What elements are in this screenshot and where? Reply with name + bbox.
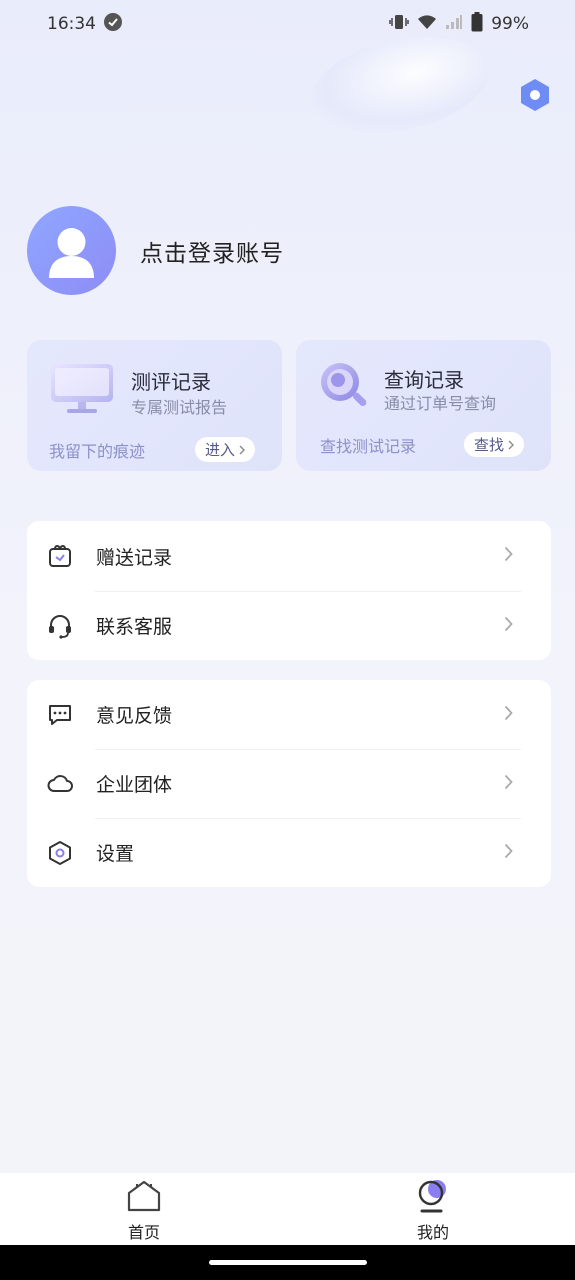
- tab-mine-label: 我的: [416, 1223, 449, 1242]
- card-subtitle: 专属测试报告: [131, 398, 228, 417]
- menu-item-feedback[interactable]: 意见反馈: [27, 680, 551, 749]
- signal-icon: [445, 14, 463, 35]
- menu-label: 企业团体: [96, 774, 173, 796]
- chevron-right-icon: [239, 441, 246, 459]
- menu-item-contact-service[interactable]: 联系客服: [27, 591, 551, 660]
- status-time: 16:34: [47, 14, 96, 34]
- home-icon: [125, 1179, 163, 1217]
- avatar[interactable]: [27, 206, 116, 295]
- menu-group-secondary: 意见反馈 企业团体 设置: [27, 680, 551, 887]
- menu-item-enterprise-group[interactable]: 企业团体: [27, 749, 551, 818]
- tab-home[interactable]: 首页: [99, 1179, 189, 1243]
- battery-icon: [471, 11, 483, 37]
- status-bar: 16:34 99%: [0, 0, 575, 48]
- magnifier-icon: [318, 360, 370, 416]
- headset-icon: [47, 613, 73, 639]
- chevron-right-icon: [504, 616, 513, 636]
- tab-mine[interactable]: 我的: [388, 1179, 478, 1243]
- monitor-icon: [49, 362, 115, 420]
- menu-label: 联系客服: [96, 616, 173, 638]
- card-footer: 查找测试记录: [320, 437, 417, 456]
- card-footer: 我留下的痕迹: [49, 442, 146, 461]
- menu-item-gift-records[interactable]: 赠送记录: [27, 521, 551, 591]
- wifi-icon: [417, 14, 437, 35]
- enter-button-label: 进入: [205, 441, 236, 459]
- vibrate-icon: [389, 14, 409, 35]
- card-title: 测评记录: [131, 370, 211, 394]
- tab-home-label: 首页: [127, 1223, 160, 1242]
- evaluation-record-card[interactable]: 测评记录 专属测试报告 我留下的痕迹 进入: [27, 340, 282, 471]
- battery-percent: 99%: [491, 14, 529, 34]
- system-nav-bar: [0, 1245, 575, 1280]
- verified-check-icon: [104, 12, 122, 36]
- login-prompt[interactable]: 点击登录账号: [140, 234, 284, 268]
- chevron-right-icon: [504, 705, 513, 725]
- menu-label: 设置: [96, 843, 135, 865]
- gift-icon: [47, 543, 73, 569]
- enter-button[interactable]: 进入: [195, 437, 256, 462]
- menu-group-primary: 赠送记录 联系客服: [27, 521, 551, 660]
- chevron-right-icon: [504, 774, 513, 794]
- chat-icon: [47, 702, 73, 728]
- search-button-label: 查找: [474, 436, 505, 454]
- query-record-card[interactable]: 查询记录 通过订单号查询 查找测试记录 查找: [296, 340, 551, 471]
- card-subtitle: 通过订单号查询: [384, 394, 497, 413]
- search-button[interactable]: 查找: [464, 432, 525, 457]
- chevron-right-icon: [504, 843, 513, 863]
- settings-hex-icon[interactable]: [518, 78, 552, 112]
- cloud-icon: [47, 771, 73, 797]
- chevron-right-icon: [504, 546, 513, 566]
- bottom-tab-bar: 首页 我的: [0, 1173, 575, 1245]
- mine-icon: [414, 1179, 452, 1217]
- home-indicator[interactable]: [209, 1260, 367, 1265]
- profile-section[interactable]: 点击登录账号: [27, 206, 284, 295]
- settings-icon: [47, 840, 73, 866]
- menu-item-settings[interactable]: 设置: [27, 818, 551, 887]
- card-title: 查询记录: [384, 368, 464, 392]
- user-silhouette-icon: [49, 228, 94, 278]
- menu-label: 赠送记录: [96, 546, 173, 569]
- menu-label: 意见反馈: [96, 705, 173, 727]
- chevron-right-icon: [508, 436, 515, 454]
